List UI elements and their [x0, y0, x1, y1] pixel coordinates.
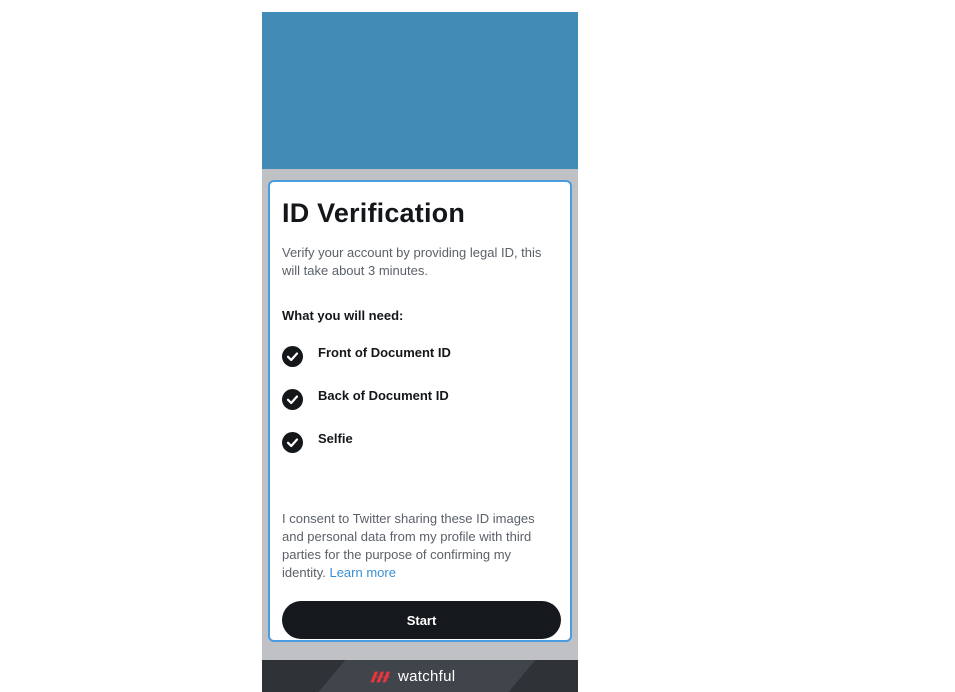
check-circle-icon [282, 346, 303, 367]
requirements-heading: What you will need: [282, 308, 404, 323]
watchful-logo-icon [370, 671, 391, 683]
requirement-label: Selfie [318, 431, 353, 446]
start-button[interactable]: Start [282, 601, 561, 639]
page-title: ID Verification [282, 198, 466, 228]
learn-more-link[interactable]: Learn more [329, 565, 395, 580]
check-circle-icon [282, 432, 303, 453]
consent-statement: I consent to Twitter sharing these ID im… [282, 511, 535, 580]
requirement-label: Front of Document ID [318, 345, 451, 360]
watermark-footer: watchful [262, 660, 578, 692]
requirement-label: Back of Document ID [318, 388, 449, 403]
brand-text: watchful [398, 667, 456, 685]
page-subtitle: Verify your account by providing legal I… [282, 245, 542, 278]
watchful-brand: watchful [370, 666, 455, 686]
check-circle-icon [282, 389, 303, 410]
consent-text: I consent to Twitter sharing these ID im… [282, 510, 554, 582]
phone-screen: ID Verification Verify your account by p… [262, 12, 578, 692]
hero-banner [262, 12, 578, 169]
verification-card: ID Verification Verify your account by p… [268, 180, 572, 642]
